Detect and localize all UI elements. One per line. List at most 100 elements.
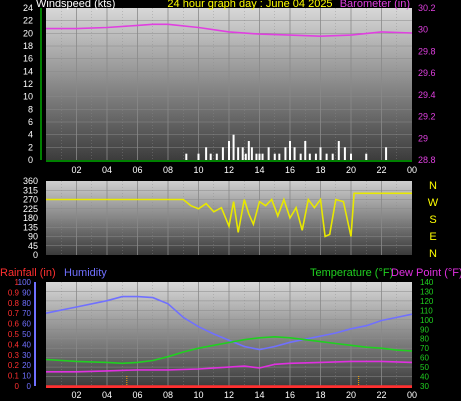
wind-direction-tick-label: 270 xyxy=(23,195,38,205)
humidity-tick-label: 100 xyxy=(18,278,32,287)
humidity-tick-label: 40 xyxy=(22,340,31,349)
x-tick-label: 14 xyxy=(254,390,264,400)
wind-speed-bar xyxy=(350,153,352,160)
compass-label: N xyxy=(429,180,437,192)
wind-speed-bar xyxy=(293,147,296,160)
rainfall-tick-label: 0.6 xyxy=(8,320,20,329)
wind-speed-bar xyxy=(325,153,328,160)
rainfall-tick-label: 0.7 xyxy=(8,309,20,318)
x-tick-label: 18 xyxy=(315,390,325,400)
wind-speed-bar xyxy=(267,147,270,160)
barometer-tick-label: 29.6 xyxy=(418,68,436,78)
x-tick-label: 22 xyxy=(376,165,386,175)
wind-speed-bar xyxy=(221,147,224,160)
wind-speed-bar xyxy=(385,147,388,160)
barometer-tick-label: 28.8 xyxy=(418,155,436,165)
wind-speed-bar xyxy=(237,147,240,160)
windspeed-tick-label: 22 xyxy=(23,16,33,26)
x-tick-label: 06 xyxy=(132,165,142,175)
temperature-tick-label: 70 xyxy=(420,344,429,353)
rainfall-tick-label: 0.5 xyxy=(8,330,20,339)
wind-speed-bar xyxy=(314,153,317,160)
barometer-tick-label: 29.2 xyxy=(418,112,436,122)
rainfall-axis-label: Rainfall (in) xyxy=(0,267,56,279)
graph-title: 24 hour graph day : June 04 2025 xyxy=(167,0,332,10)
x-tick-label: 12 xyxy=(224,390,234,400)
x-tick-label: 12 xyxy=(224,165,234,175)
wind-speed-bar xyxy=(197,153,200,160)
wind-direction-tick-label: 225 xyxy=(23,204,38,214)
dewpoint-axis-label: Dew Point (°F) xyxy=(391,267,461,279)
temperature-tick-label: 60 xyxy=(420,354,429,363)
temperature-axis-label: Temperature (°F) xyxy=(310,267,393,279)
humidity-tick-label: 50 xyxy=(22,330,31,339)
x-tick-label: 20 xyxy=(346,165,356,175)
humidity-axis-label: Humidity xyxy=(64,267,107,279)
compass-label: W xyxy=(428,197,439,209)
temperature-tick-label: 140 xyxy=(420,278,434,287)
humidity-tick-label: 90 xyxy=(22,288,31,297)
windspeed-tick-label: 20 xyxy=(23,28,33,38)
x-tick-label: 10 xyxy=(193,390,203,400)
wind-speed-bar xyxy=(232,134,235,160)
windspeed-tick-label: 18 xyxy=(23,41,33,51)
windspeed-tick-label: 24 xyxy=(23,3,33,13)
x-tick-label: 18 xyxy=(315,165,325,175)
x-tick-label: 06 xyxy=(132,390,142,400)
wind-speed-bar xyxy=(261,153,264,160)
temperature-tick-label: 40 xyxy=(420,373,429,382)
barometer-tick-label: 30.2 xyxy=(418,3,436,13)
wind-speed-bar xyxy=(331,153,334,160)
wind-speed-bar xyxy=(319,147,322,160)
compass-label: S xyxy=(429,214,436,226)
windspeed-tick-label: 4 xyxy=(28,130,33,140)
barometer-tick-label: 29.4 xyxy=(418,90,436,100)
rainfall-tick-label: 0.8 xyxy=(8,299,20,308)
wind-speed-bar xyxy=(250,147,253,160)
wind-direction-tick-label: 360 xyxy=(23,176,38,186)
windspeed-tick-label: 8 xyxy=(28,104,33,114)
wind-speed-bar xyxy=(255,153,258,160)
rainfall-tick-label: 0.9 xyxy=(8,288,20,297)
wind-speed-bar xyxy=(241,147,244,160)
windspeed-tick-label: 14 xyxy=(23,66,33,76)
wind-direction-tick-label: 135 xyxy=(23,222,38,232)
humidity-tick-label: 80 xyxy=(22,299,31,308)
wind-speed-bar xyxy=(185,153,188,160)
windspeed-tick-label: 0 xyxy=(28,155,33,165)
barometer-tick-label: 29.8 xyxy=(418,46,436,56)
temperature-tick-label: 130 xyxy=(420,287,434,296)
rainfall-tick-label: 0.4 xyxy=(8,340,20,349)
wind-speed-bar xyxy=(278,153,281,160)
wind-speed-bar xyxy=(205,147,208,160)
windspeed-axis-label: Windspeed (kts) xyxy=(36,0,115,10)
wind-direction-tick-label: 180 xyxy=(23,213,38,223)
wind-speed-bar xyxy=(308,153,311,160)
x-tick-label: 22 xyxy=(376,390,386,400)
wind-direction-tick-label: 45 xyxy=(28,241,38,251)
x-tick-label: 02 xyxy=(71,390,81,400)
wind-speed-bar xyxy=(273,153,276,160)
temp-humidity-panel: 00.10.20.30.40.50.60.70.80.9101020304050… xyxy=(0,267,461,400)
windspeed-tick-label: 16 xyxy=(23,54,33,64)
windspeed-tick-label: 6 xyxy=(28,117,33,127)
compass-label: N xyxy=(429,248,437,260)
wind-speed-bar xyxy=(299,153,302,160)
windspeed-tick-label: 2 xyxy=(28,142,33,152)
wind-speed-bar xyxy=(244,153,247,160)
wind-speed-bar xyxy=(343,147,346,160)
humidity-tick-label: 30 xyxy=(22,351,31,360)
wind-speed-bar xyxy=(289,141,291,160)
wind-speed-bar xyxy=(337,141,340,160)
x-tick-label: 16 xyxy=(285,390,295,400)
x-tick-label: 08 xyxy=(163,165,173,175)
humidity-tick-label: 70 xyxy=(22,309,31,318)
compass-labels: NWSEN xyxy=(428,180,439,260)
compass-label: E xyxy=(429,231,436,243)
x-tick-label: 00 xyxy=(407,165,417,175)
rainfall-tick-label: 0.3 xyxy=(8,351,20,360)
x-tick-label: 04 xyxy=(102,165,112,175)
humidity-tick-label: 10 xyxy=(22,372,31,381)
wind-speed-bar xyxy=(258,153,261,160)
x-tick-label: 14 xyxy=(254,165,264,175)
